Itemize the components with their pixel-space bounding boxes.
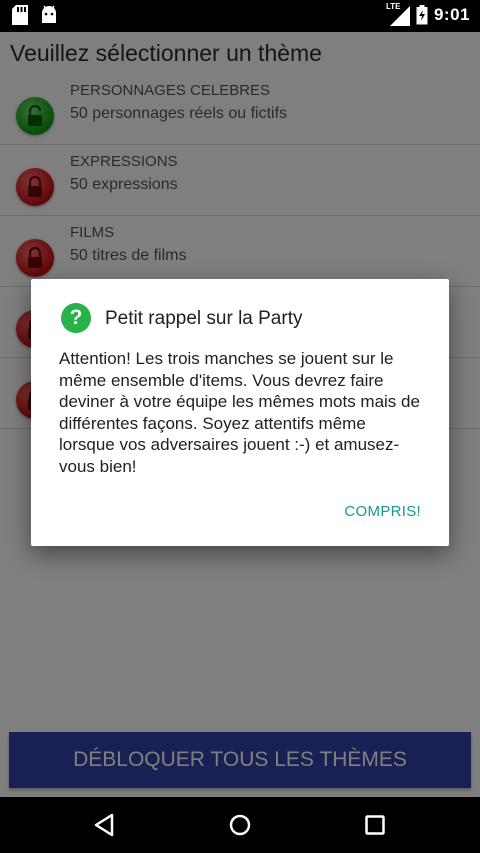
dialog-message: Attention! Les trois manches se jouent s… xyxy=(59,349,420,476)
ok-button[interactable]: COMPRIS! xyxy=(344,503,421,520)
network-type: LTE xyxy=(385,2,401,11)
reminder-dialog: ? Petit rappel sur la Party Attention! L… xyxy=(31,279,449,546)
recent-apps-icon[interactable] xyxy=(360,811,390,839)
navigation-bar xyxy=(0,797,480,853)
help-icon: ? xyxy=(61,303,91,333)
android-icon xyxy=(42,5,56,23)
home-icon[interactable] xyxy=(225,811,255,839)
status-bar: LTE 9:01 xyxy=(0,0,480,32)
sd-card-icon xyxy=(12,5,28,25)
dialog-title: Petit rappel sur la Party xyxy=(105,308,303,329)
battery-icon xyxy=(416,5,428,25)
signal-icon: LTE xyxy=(385,2,410,26)
clock: 9:01 xyxy=(433,5,470,24)
back-icon[interactable] xyxy=(90,811,120,839)
